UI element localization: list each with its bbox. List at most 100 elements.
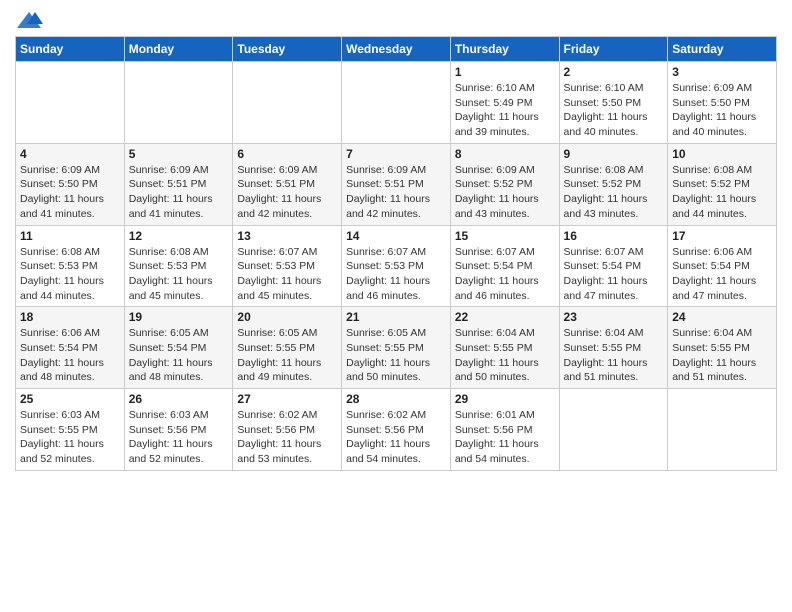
calendar-cell: 12 Sunrise: 6:08 AM Sunset: 5:53 PM Dayli… [124,225,233,307]
calendar-cell: 3 Sunrise: 6:09 AM Sunset: 5:50 PM Daylig… [668,62,777,144]
col-header-sunday: Sunday [16,37,125,62]
calendar-cell: 6 Sunrise: 6:09 AM Sunset: 5:51 PM Daylig… [233,143,342,225]
calendar-cell: 22 Sunrise: 6:04 AM Sunset: 5:55 PM Dayli… [450,307,559,389]
calendar-cell: 13 Sunrise: 6:07 AM Sunset: 5:53 PM Dayli… [233,225,342,307]
col-header-tuesday: Tuesday [233,37,342,62]
day-number: 2 [564,65,664,79]
calendar-cell: 1 Sunrise: 6:10 AM Sunset: 5:49 PM Daylig… [450,62,559,144]
col-header-wednesday: Wednesday [342,37,451,62]
day-number: 12 [129,229,229,243]
calendar-cell: 24 Sunrise: 6:04 AM Sunset: 5:55 PM Dayli… [668,307,777,389]
calendar-cell: 19 Sunrise: 6:05 AM Sunset: 5:54 PM Dayli… [124,307,233,389]
calendar-cell: 9Sunrise: 6:08 AM Sunset: 5:52 PM Daylig… [559,143,668,225]
day-number: 19 [129,310,229,324]
col-header-thursday: Thursday [450,37,559,62]
day-info: Sunrise: 6:09 AM Sunset: 5:51 PM Dayligh… [129,163,229,222]
day-number: 3 [672,65,772,79]
day-info: Sunrise: 6:01 AM Sunset: 5:56 PM Dayligh… [455,408,555,467]
calendar-cell: 28Sunrise: 6:02 AM Sunset: 5:56 PM Dayli… [342,389,451,471]
day-info: Sunrise: 6:05 AM Sunset: 5:55 PM Dayligh… [346,326,446,385]
day-info: Sunrise: 6:05 AM Sunset: 5:55 PM Dayligh… [237,326,337,385]
calendar-cell: 17 Sunrise: 6:06 AM Sunset: 5:54 PM Dayli… [668,225,777,307]
calendar-header-row: SundayMondayTuesdayWednesdayThursdayFrid… [16,37,777,62]
calendar-cell [233,62,342,144]
calendar-cell: 16 Sunrise: 6:07 AM Sunset: 5:54 PM Dayli… [559,225,668,307]
day-number: 7 [346,147,446,161]
calendar-week-row: 4 Sunrise: 6:09 AM Sunset: 5:50 PM Daylig… [16,143,777,225]
day-number: 16 [564,229,664,243]
day-number: 22 [455,310,555,324]
calendar-cell: 18 Sunrise: 6:06 AM Sunset: 5:54 PM Dayli… [16,307,125,389]
calendar-table: SundayMondayTuesdayWednesdayThursdayFrid… [15,36,777,471]
day-number: 6 [237,147,337,161]
calendar-cell [16,62,125,144]
calendar-cell: 11 Sunrise: 6:08 AM Sunset: 5:53 PM Dayli… [16,225,125,307]
day-info: Sunrise: 6:07 AM Sunset: 5:53 PM Dayligh… [237,245,337,304]
day-number: 21 [346,310,446,324]
day-info: Sunrise: 6:03 AM Sunset: 5:55 PM Dayligh… [20,408,120,467]
day-number: 20 [237,310,337,324]
day-number: 9 [564,147,664,161]
day-info: Sunrise: 6:06 AM Sunset: 5:54 PM Dayligh… [20,326,120,385]
day-info: Sunrise: 6:08 AM Sunset: 5:52 PM Dayligh… [672,163,772,222]
calendar-cell: 4 Sunrise: 6:09 AM Sunset: 5:50 PM Daylig… [16,143,125,225]
calendar-cell: 5Sunrise: 6:09 AM Sunset: 5:51 PM Daylig… [124,143,233,225]
col-header-friday: Friday [559,37,668,62]
calendar-week-row: 11 Sunrise: 6:08 AM Sunset: 5:53 PM Dayli… [16,225,777,307]
day-number: 24 [672,310,772,324]
day-info: Sunrise: 6:02 AM Sunset: 5:56 PM Dayligh… [237,408,337,467]
calendar-cell: 14Sunrise: 6:07 AM Sunset: 5:53 PM Dayli… [342,225,451,307]
calendar-cell: 26 Sunrise: 6:03 AM Sunset: 5:56 PM Dayli… [124,389,233,471]
calendar-cell: 15Sunrise: 6:07 AM Sunset: 5:54 PM Dayli… [450,225,559,307]
calendar-week-row: 1 Sunrise: 6:10 AM Sunset: 5:49 PM Daylig… [16,62,777,144]
day-info: Sunrise: 6:06 AM Sunset: 5:54 PM Dayligh… [672,245,772,304]
day-number: 25 [20,392,120,406]
day-info: Sunrise: 6:09 AM Sunset: 5:51 PM Dayligh… [346,163,446,222]
day-number: 1 [455,65,555,79]
col-header-saturday: Saturday [668,37,777,62]
calendar-cell [342,62,451,144]
day-info: Sunrise: 6:10 AM Sunset: 5:49 PM Dayligh… [455,81,555,140]
calendar-cell: 25 Sunrise: 6:03 AM Sunset: 5:55 PM Dayli… [16,389,125,471]
calendar-cell: 20 Sunrise: 6:05 AM Sunset: 5:55 PM Dayli… [233,307,342,389]
day-number: 4 [20,147,120,161]
day-number: 26 [129,392,229,406]
day-number: 18 [20,310,120,324]
calendar-cell: 21 Sunrise: 6:05 AM Sunset: 5:55 PM Dayli… [342,307,451,389]
calendar-week-row: 18 Sunrise: 6:06 AM Sunset: 5:54 PM Dayli… [16,307,777,389]
day-info: Sunrise: 6:04 AM Sunset: 5:55 PM Dayligh… [455,326,555,385]
day-info: Sunrise: 6:07 AM Sunset: 5:54 PM Dayligh… [455,245,555,304]
day-info: Sunrise: 6:04 AM Sunset: 5:55 PM Dayligh… [564,326,664,385]
day-info: Sunrise: 6:08 AM Sunset: 5:53 PM Dayligh… [20,245,120,304]
logo [15,10,47,30]
day-number: 27 [237,392,337,406]
page-header [15,10,777,30]
col-header-monday: Monday [124,37,233,62]
calendar-week-row: 25 Sunrise: 6:03 AM Sunset: 5:55 PM Dayli… [16,389,777,471]
day-info: Sunrise: 6:07 AM Sunset: 5:54 PM Dayligh… [564,245,664,304]
day-number: 17 [672,229,772,243]
day-number: 13 [237,229,337,243]
day-info: Sunrise: 6:02 AM Sunset: 5:56 PM Dayligh… [346,408,446,467]
calendar-cell: 10 Sunrise: 6:08 AM Sunset: 5:52 PM Dayli… [668,143,777,225]
day-number: 29 [455,392,555,406]
calendar-cell: 2 Sunrise: 6:10 AM Sunset: 5:50 PM Daylig… [559,62,668,144]
day-number: 23 [564,310,664,324]
day-number: 8 [455,147,555,161]
day-number: 10 [672,147,772,161]
day-info: Sunrise: 6:05 AM Sunset: 5:54 PM Dayligh… [129,326,229,385]
calendar-cell: 29 Sunrise: 6:01 AM Sunset: 5:56 PM Dayli… [450,389,559,471]
calendar-cell: 23 Sunrise: 6:04 AM Sunset: 5:55 PM Dayli… [559,307,668,389]
logo-icon [15,10,43,30]
calendar-cell [668,389,777,471]
day-info: Sunrise: 6:03 AM Sunset: 5:56 PM Dayligh… [129,408,229,467]
day-info: Sunrise: 6:04 AM Sunset: 5:55 PM Dayligh… [672,326,772,385]
calendar-cell: 27 Sunrise: 6:02 AM Sunset: 5:56 PM Dayli… [233,389,342,471]
day-info: Sunrise: 6:09 AM Sunset: 5:50 PM Dayligh… [672,81,772,140]
calendar-cell: 7 Sunrise: 6:09 AM Sunset: 5:51 PM Daylig… [342,143,451,225]
day-info: Sunrise: 6:09 AM Sunset: 5:50 PM Dayligh… [20,163,120,222]
day-info: Sunrise: 6:08 AM Sunset: 5:53 PM Dayligh… [129,245,229,304]
day-number: 11 [20,229,120,243]
day-info: Sunrise: 6:09 AM Sunset: 5:51 PM Dayligh… [237,163,337,222]
day-info: Sunrise: 6:10 AM Sunset: 5:50 PM Dayligh… [564,81,664,140]
